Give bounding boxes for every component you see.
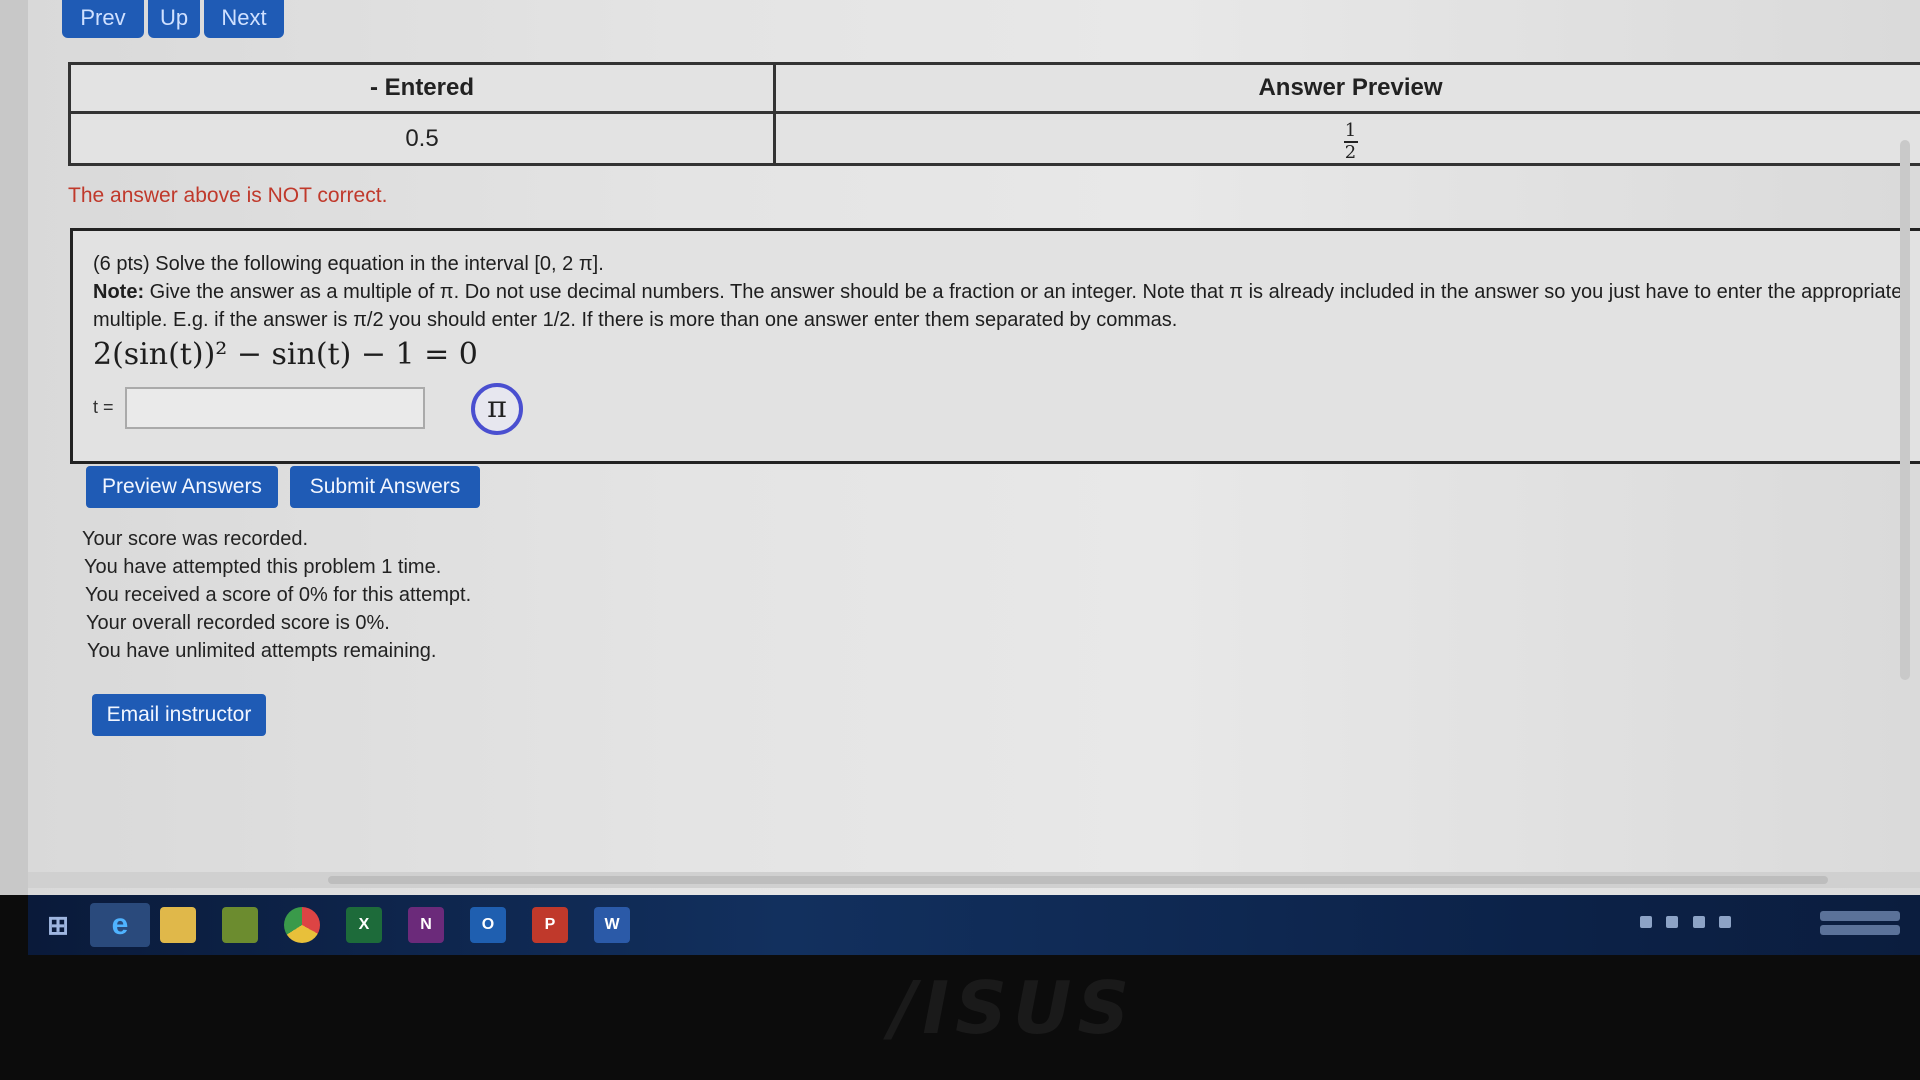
word-icon[interactable]: W [594,907,630,943]
problem-note: Note: Give the answer as a multiple of π… [93,281,1902,304]
system-tray[interactable] [1640,915,1800,931]
answer-preview-header: Answer Preview [773,62,1920,114]
up-button[interactable]: Up [148,0,200,38]
store-icon[interactable] [222,907,258,943]
answer-results-table: - Entered Answer Preview 0.5 1 2 [68,62,1920,166]
monitor-left-edge [0,0,28,895]
answer-preview-fraction: 1 2 [1343,120,1358,163]
status-line: You have attempted this problem 1 time. [84,556,442,578]
fraction-denominator: 2 [1344,142,1357,163]
status-line: You received a score of 0% for this atte… [85,584,472,606]
table-header-row: - Entered Answer Preview [68,62,1920,114]
internet-explorer-icon[interactable]: e [90,903,150,947]
excel-icon[interactable]: X [346,907,382,943]
chrome-icon[interactable] [284,907,320,943]
note-text: Give the answer as a multiple of π. Do n… [149,281,1903,303]
submit-answers-button[interactable]: Submit Answers [290,466,480,508]
file-explorer-icon[interactable] [160,907,196,943]
answer-label: t = [93,397,114,417]
vertical-scrollbar[interactable] [1900,140,1910,680]
windows-start-icon[interactable]: ⊞ [40,907,76,943]
problem-note-continued: multiple. E.g. if the answer is π/2 you … [93,309,1178,331]
onenote-icon[interactable]: N [408,907,444,943]
scrollbar-thumb[interactable] [328,876,1828,884]
problem-box: (6 pts) Solve the following equation in … [70,228,1920,464]
browser-viewport: Prev Up Next - Entered Answer Preview 0.… [28,0,1920,895]
entered-header: - Entered [68,62,776,114]
entered-value: 0.5 [68,111,776,166]
horizontal-scrollbar[interactable] [28,872,1920,888]
table-row: 0.5 1 2 [68,111,1920,166]
flag-icon[interactable] [1692,916,1705,928]
fraction-numerator: 1 [1344,120,1357,141]
next-button[interactable]: Next [204,0,284,38]
volume-icon[interactable] [1719,916,1732,928]
monitor-brand-logo: /ISUS [890,966,1136,1050]
network-icon[interactable] [1666,916,1679,928]
preview-answers-button[interactable]: Preview Answers [86,466,278,508]
windows-taskbar: ⊞ e X N O P W [28,895,1920,955]
taskbar-clock[interactable] [1820,907,1900,943]
status-line: Your overall recorded score is 0%. [86,612,390,634]
equation: 2(sin(t))² − sin(t) − 1 = 0 [93,337,478,372]
note-label: Note: [93,281,145,303]
status-line: You have unlimited attempts remaining. [87,640,437,662]
keyboard-icon[interactable] [1640,916,1652,928]
incorrect-answer-message: The answer above is NOT correct. [68,184,388,207]
answer-preview-cell: 1 2 [773,111,1920,166]
pi-insert-button[interactable]: π [471,383,523,435]
answer-input[interactable] [125,387,425,429]
problem-statement: (6 pts) Solve the following equation in … [93,253,604,275]
outlook-icon[interactable]: O [470,907,506,943]
prev-button[interactable]: Prev [62,0,144,38]
email-instructor-button[interactable]: Email instructor [92,694,266,736]
status-line: Your score was recorded. [82,528,309,550]
powerpoint-icon[interactable]: P [532,907,568,943]
